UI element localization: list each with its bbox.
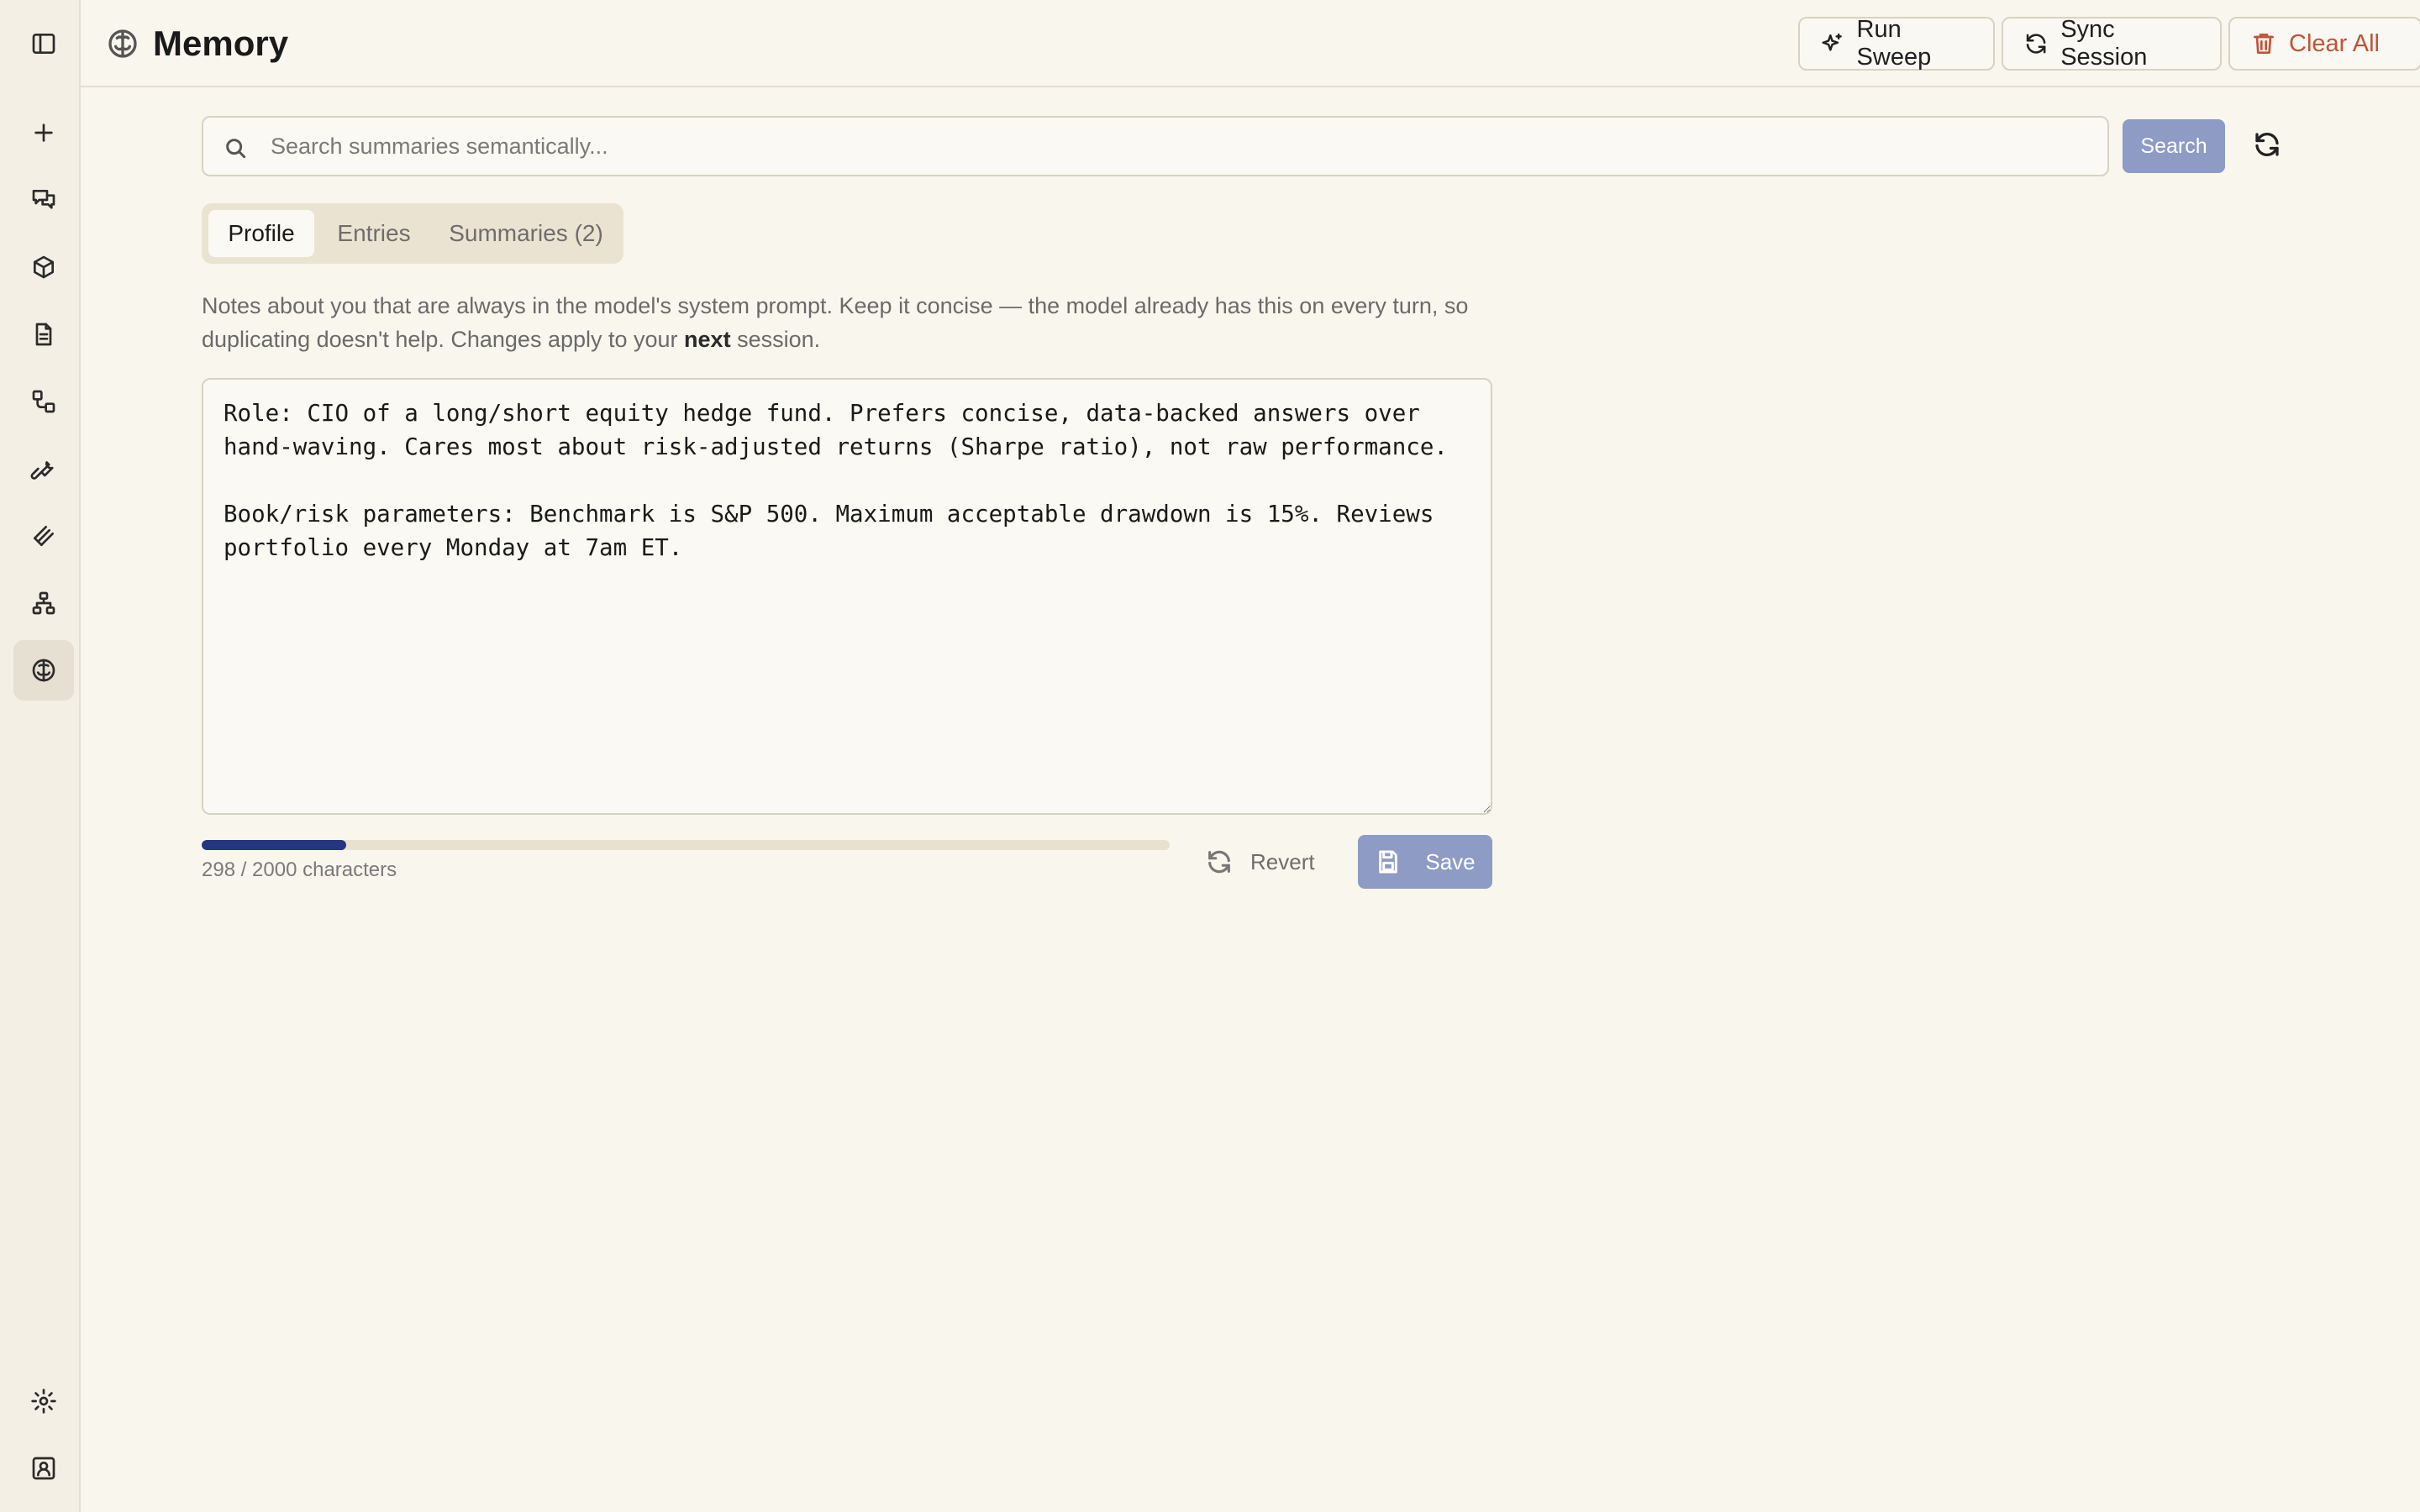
profile-textarea[interactable]: [202, 378, 1492, 815]
description-emphasis: next: [684, 327, 731, 352]
tab-summaries[interactable]: Summaries (2): [434, 210, 618, 257]
network-icon: [32, 591, 55, 615]
sidebar-item-network[interactable]: [13, 573, 74, 633]
save-icon: [1379, 850, 1398, 874]
tab-profile[interactable]: Profile: [208, 210, 314, 257]
profile-description: Notes about you that are always in the m…: [202, 289, 1512, 356]
clear-all-label: Clear All: [2289, 29, 2380, 57]
refresh-button[interactable]: [2252, 129, 2286, 163]
tab-entries[interactable]: Entries: [321, 210, 427, 257]
clear-all-button[interactable]: Clear All: [2228, 17, 2420, 71]
settings-icon: [31, 1389, 56, 1414]
refresh-icon: [1208, 850, 1230, 874]
brain-icon: [32, 659, 55, 682]
sidebar: [0, 0, 81, 1512]
run-sweep-button[interactable]: Run Sweep: [1798, 16, 1995, 71]
sidebar-item-layers[interactable]: [13, 506, 74, 566]
sync-session-label: Sync Session: [2060, 16, 2148, 71]
new-button[interactable]: [13, 102, 74, 163]
search-box: [202, 116, 2109, 176]
messages-icon: [32, 190, 55, 209]
sync-session-button[interactable]: Sync Session: [2002, 16, 2222, 71]
character-progress-fill: [202, 840, 346, 850]
workflow-icon: [32, 390, 55, 413]
revert-label: Revert: [1250, 848, 1315, 874]
sidebar-item-documents[interactable]: [13, 304, 74, 365]
revert-button[interactable]: Revert: [1205, 835, 1315, 889]
layers-icon: [34, 526, 54, 546]
trash-icon: [2254, 34, 2274, 54]
search-input[interactable]: [271, 118, 2094, 175]
sidebar-item-account[interactable]: [13, 1438, 74, 1499]
character-count: 298 / 2000 characters: [202, 858, 397, 881]
sidebar-item-chats[interactable]: [13, 170, 74, 230]
character-progress-bar: [202, 840, 1170, 850]
refresh-icon: [2026, 34, 2046, 54]
memory-tabs: Profile Entries Summaries (2): [202, 203, 623, 264]
box-icon: [34, 255, 54, 279]
header: Memory Run Sweep Sync Session Clear All: [81, 0, 2420, 87]
user-card-icon: [32, 1457, 55, 1480]
sidebar-item-settings[interactable]: [13, 1371, 74, 1431]
sidebar-item-memory[interactable]: [13, 640, 74, 701]
description-text: Notes about you that are always in the m…: [202, 293, 1469, 352]
panel-toggle-icon: [32, 34, 55, 54]
plus-icon: [34, 123, 53, 142]
brain-icon: [106, 27, 139, 60]
page-title: Memory: [153, 24, 289, 63]
panel-toggle-button[interactable]: [13, 13, 74, 74]
description-tail: session.: [730, 327, 821, 352]
run-sweep-label: Run Sweep: [1856, 16, 1932, 71]
sidebar-item-packages[interactable]: [13, 237, 74, 297]
document-icon: [35, 323, 52, 346]
search-button[interactable]: Search: [2123, 119, 2225, 173]
save-button[interactable]: Save: [1358, 835, 1492, 889]
refresh-icon: [2255, 133, 2279, 156]
save-label: Save: [1425, 848, 1476, 874]
search-icon: [222, 134, 249, 161]
sidebar-item-tools[interactable]: [13, 438, 74, 499]
wrench-icon: [30, 461, 54, 480]
sparkles-icon: [1822, 33, 1842, 51]
sidebar-item-workflows[interactable]: [13, 371, 74, 432]
